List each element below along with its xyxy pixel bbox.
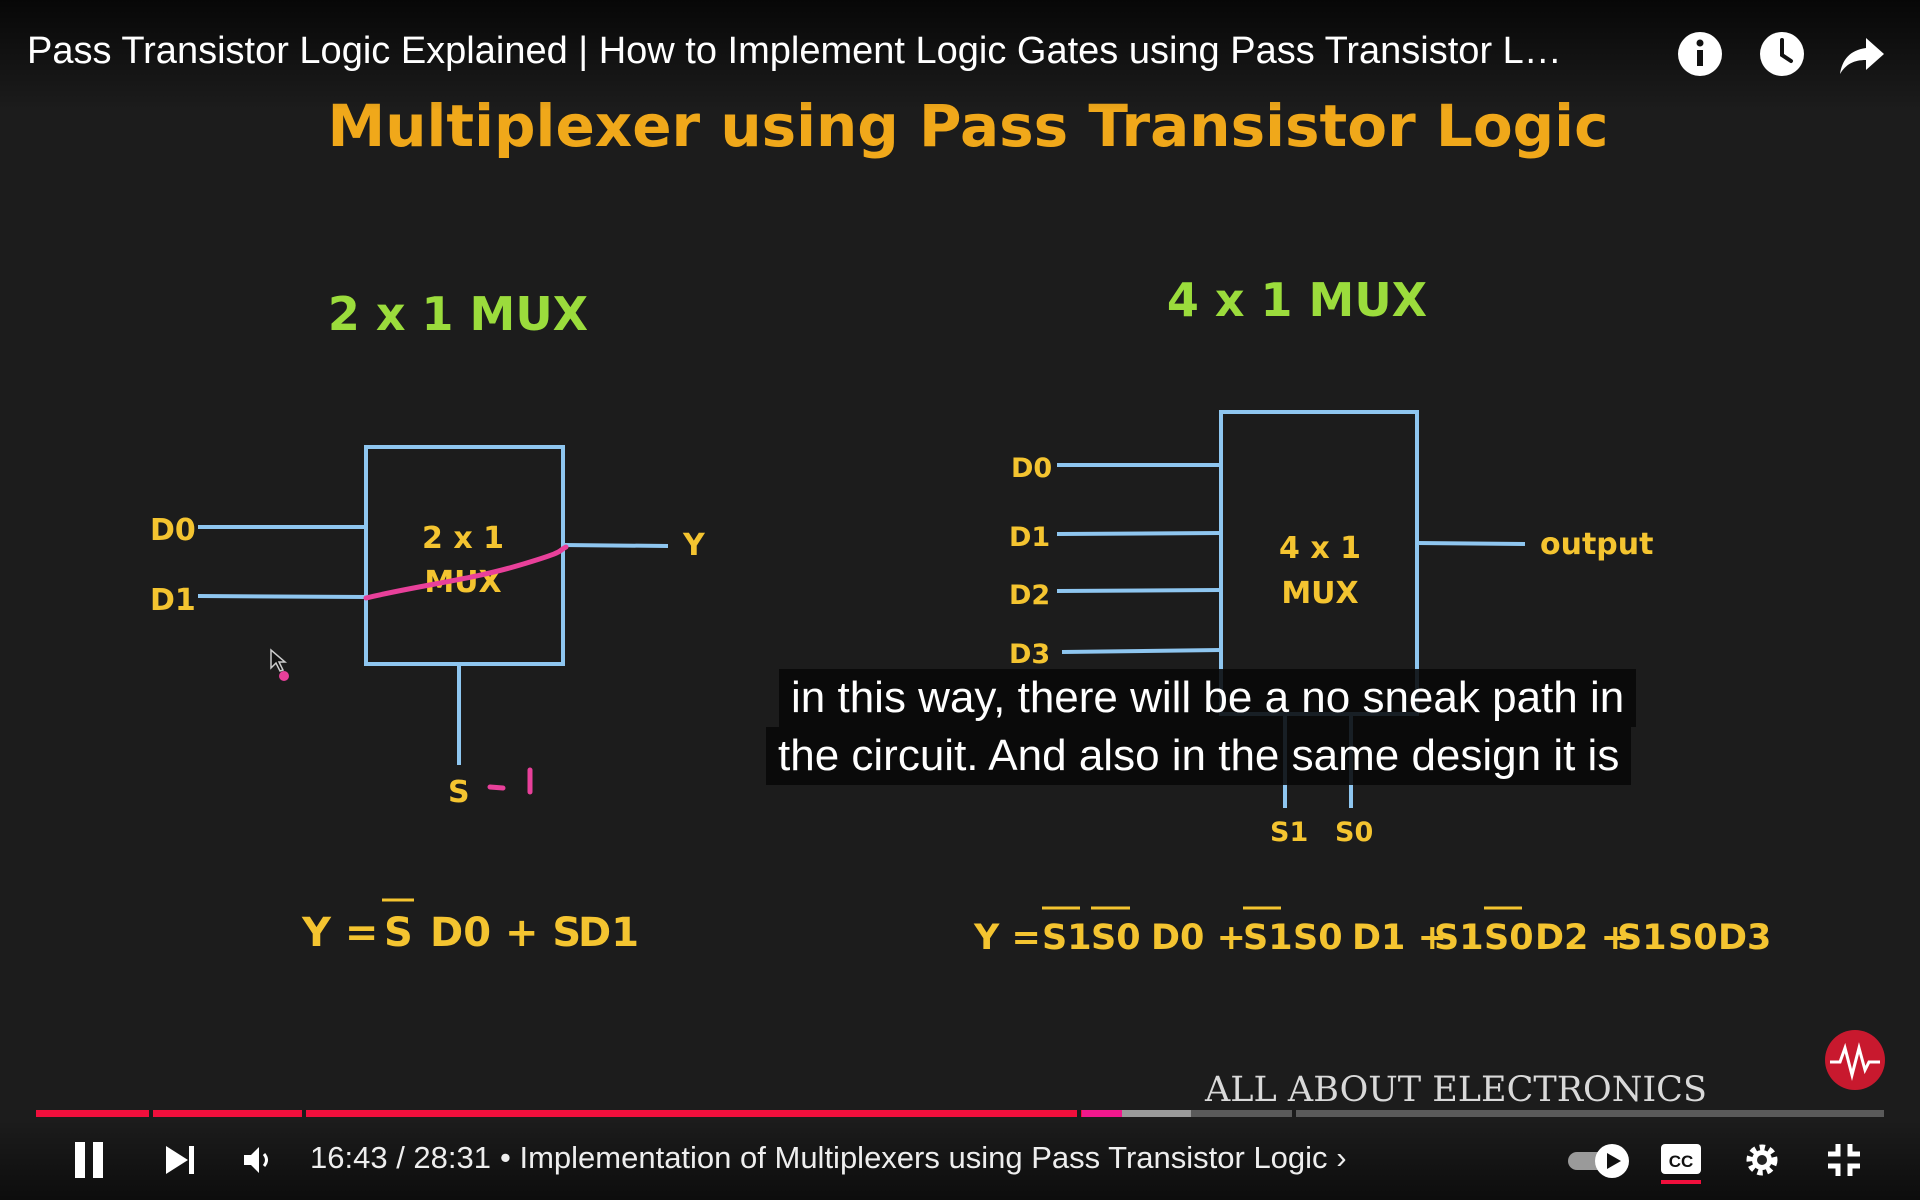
channel-logo-icon[interactable] <box>1825 1030 1885 1090</box>
chapter-chevron-icon: › <box>1336 1140 1347 1175</box>
mux2-ink-dot <box>279 671 289 681</box>
video-frame[interactable]: Multiplexer using Pass Transistor Logic … <box>0 0 1920 1200</box>
time-display: 16:43 / 28:31 <box>310 1140 491 1175</box>
next-icon[interactable] <box>164 1142 198 1178</box>
mux4-eq-t1c: D0 + <box>1151 918 1246 958</box>
caption-box: in this way, there will be a no sneak pa… <box>766 669 1637 785</box>
chapter-title[interactable]: • Implementation of Multiplexers using P… <box>500 1140 1347 1176</box>
mux4-eq-t4a: S1 <box>1617 918 1667 958</box>
mux2-label-s: S <box>448 775 470 810</box>
autoplay-toggle-icon[interactable] <box>1566 1143 1632 1179</box>
mux4-eq-t2c: D1 + <box>1352 918 1447 958</box>
mux4-label-d3: D3 <box>1009 639 1050 670</box>
caption-line-1: in this way, there will be a no sneak pa… <box>779 669 1637 727</box>
mux4-label-s0: S0 <box>1335 817 1373 848</box>
pause-icon[interactable] <box>72 1140 108 1180</box>
chapter-gap <box>149 1110 153 1117</box>
mux2-eq-term1: D0 + S <box>430 910 581 956</box>
mux4-eq-t2b: S0 <box>1293 918 1343 958</box>
chapter-gap <box>1292 1110 1296 1117</box>
mux4-label-s1: S1 <box>1270 817 1308 848</box>
slide: Multiplexer using Pass Transistor Logic … <box>150 92 1885 1110</box>
mux2-eq-term2: D1 <box>578 910 639 956</box>
volume-icon[interactable] <box>240 1142 276 1178</box>
mux4-eq-t1a: S1 <box>1042 918 1092 958</box>
mux2-heading: 2 x 1 MUX <box>328 287 588 341</box>
mux4-label-d0: D0 <box>1011 453 1052 484</box>
mux4-equation: Y = S1 S0 D0 + S1 S0 D1 + S1 S0 D2 + S1 … <box>973 918 1771 958</box>
brand-text: ALL ABOUT ELECTRONICS <box>1204 1070 1707 1110</box>
mux4-wire-out <box>1416 541 1526 546</box>
clock-icon[interactable] <box>1758 30 1806 78</box>
progress-bar[interactable] <box>36 1110 1884 1117</box>
mux4-label-d2: D2 <box>1009 580 1050 611</box>
progress-hover <box>1082 1110 1122 1117</box>
mux4-label-d1: D1 <box>1009 522 1050 553</box>
mux4-eq-t3a: S1 <box>1434 918 1484 958</box>
mux4-label-output: output <box>1540 527 1653 562</box>
mux2-ink-dash <box>487 784 506 791</box>
mux2-label-d1: D1 <box>150 583 196 618</box>
mux4-box-line2: MUX <box>1281 576 1358 611</box>
mux4-eq-t4b: S0 <box>1668 918 1718 958</box>
mux4-eq-t1b: S0 <box>1091 918 1141 958</box>
mux4-eq-y: Y = <box>973 918 1041 958</box>
mux4-eq-t4c: D3 <box>1718 918 1771 958</box>
mux2-wire-d1 <box>197 594 367 599</box>
chapter-label: • Implementation of Multiplexers using P… <box>500 1140 1328 1175</box>
mux4-eq-t2a: S1 <box>1243 918 1293 958</box>
mouse-cursor <box>270 648 288 672</box>
mux4-box-line1: 4 x 1 <box>1279 531 1361 566</box>
video-title[interactable]: Pass Transistor Logic Explained | How to… <box>27 30 1647 73</box>
caption-line-2: the circuit. And also in the same design… <box>766 727 1632 785</box>
mux2-eq-sbar: S <box>384 910 413 956</box>
chapter-gap <box>302 1110 306 1117</box>
cc-icon[interactable]: CC <box>1660 1142 1702 1186</box>
gear-icon[interactable] <box>1743 1141 1781 1179</box>
mux4-wire-d1 <box>1056 531 1222 536</box>
info-icon[interactable] <box>1676 30 1724 78</box>
exit-fullscreen-icon[interactable] <box>1826 1142 1862 1178</box>
progress-played <box>36 1110 1119 1117</box>
mux4-wire-d3 <box>1061 648 1222 654</box>
mux2-box-line1: 2 x 1 <box>422 521 504 556</box>
mux2-label-y: Y <box>682 528 706 563</box>
svg-text:CC: CC <box>1669 1152 1694 1171</box>
mux4-wire-d2 <box>1056 588 1222 593</box>
chapter-gap <box>1077 1110 1081 1117</box>
mux2-eq-y: Y = <box>301 910 378 956</box>
share-icon[interactable] <box>1838 30 1886 78</box>
mux4-eq-t3b: S0 <box>1484 918 1534 958</box>
mux2-wire-y <box>562 543 669 548</box>
mux4-eq-t3c: D2 + <box>1535 918 1630 958</box>
mux2-label-d0: D0 <box>150 513 196 548</box>
mux4-heading: 4 x 1 MUX <box>1167 273 1427 327</box>
